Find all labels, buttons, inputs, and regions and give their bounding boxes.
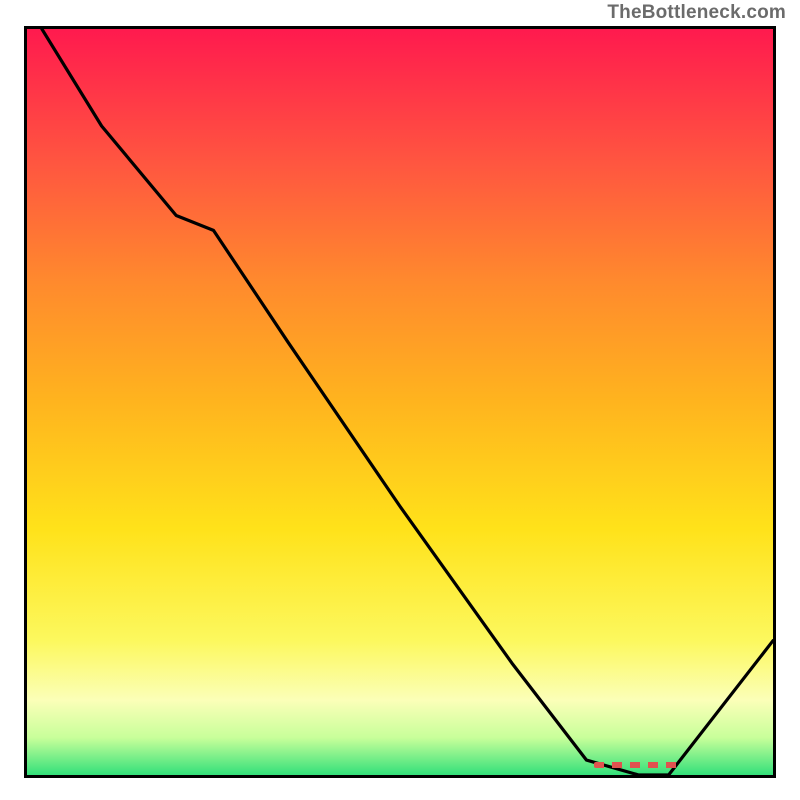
chart-plot-area	[24, 26, 776, 778]
watermark-text: TheBottleneck.com	[607, 2, 786, 24]
chart-curve-svg	[27, 29, 773, 775]
optimal-range-marker	[594, 762, 684, 768]
bottleneck-curve-path	[42, 29, 773, 775]
